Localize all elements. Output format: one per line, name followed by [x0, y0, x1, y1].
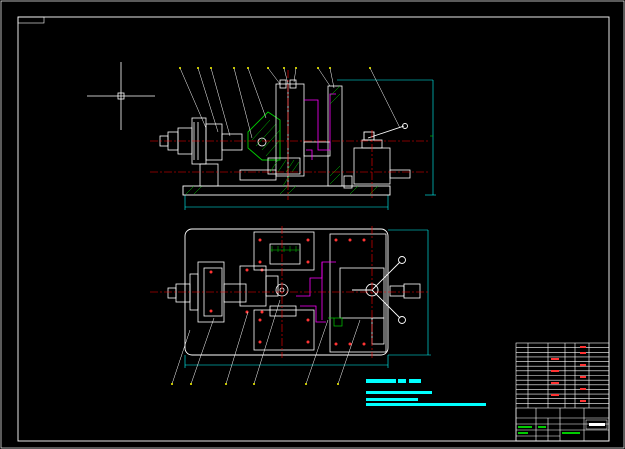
parts-list-rows [516, 347, 609, 404]
plan-balloon-markers [171, 383, 339, 385]
crosshair-cursor-icon [87, 62, 155, 130]
notes-heading-bar [366, 379, 396, 383]
plan-center-hatch [270, 246, 300, 252]
base-plate-hatch [185, 185, 379, 195]
column-hatch [269, 159, 300, 187]
parts-list-entries [551, 346, 586, 402]
v-block-hatched [247, 111, 281, 161]
plan-leader-lines [171, 299, 361, 385]
notes-line-3 [366, 403, 486, 406]
technical-notes [366, 379, 486, 406]
plan-handle-wheel [352, 256, 406, 324]
drawing-number-tab [17, 16, 45, 24]
cad-drawing-canvas [0, 0, 625, 449]
plan-bolt-holes-left [209, 268, 264, 314]
title-name-glyphs [589, 423, 605, 426]
clamp-handle-lever [363, 123, 408, 141]
front-balloon-markers [179, 67, 371, 69]
notes-line-2 [366, 398, 418, 401]
right-support-block [303, 85, 411, 189]
central-column [239, 79, 305, 186]
front-leader-lines [179, 67, 401, 139]
outer-frame [0, 0, 625, 449]
right-support-hatch [329, 85, 341, 185]
notes-line-1 [366, 391, 432, 394]
workpiece-outline [304, 93, 336, 160]
top-plan-view [150, 226, 431, 385]
front-elevation-view [150, 67, 436, 210]
front-view-dimensions [184, 79, 436, 210]
left-cylinder-assembly [159, 117, 243, 187]
